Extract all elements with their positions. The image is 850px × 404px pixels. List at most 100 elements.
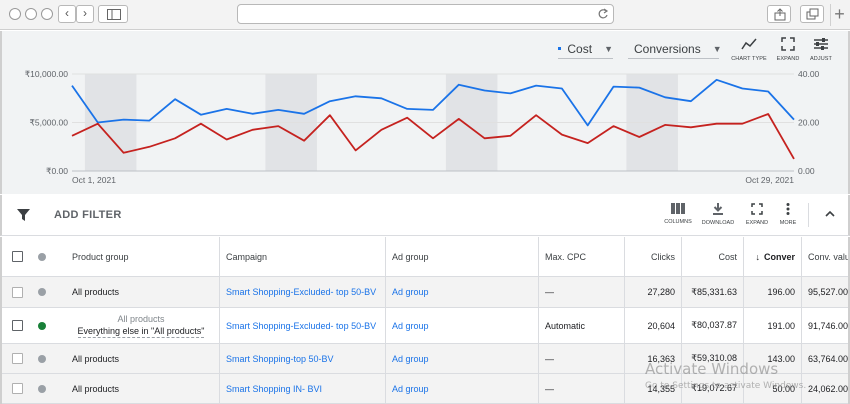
address-bar[interactable] [237, 4, 614, 24]
ad-group-link[interactable]: Ad group [386, 277, 536, 307]
expand-icon [751, 203, 763, 215]
campaign-link[interactable]: Smart Shopping-top 50-BV [220, 344, 382, 373]
performance-chart: ₹0.00 ₹5,000.00 ₹10,000.00 0.00 20.00 40.00 Oc… [25, 69, 820, 185]
download-icon [713, 203, 723, 215]
status-dot [38, 321, 46, 330]
ad-group-link[interactable]: Ad group [386, 308, 536, 343]
campaign-link[interactable]: Smart Shopping IN- BVI [220, 374, 382, 403]
cost-value: ₹80,037.87 [691, 320, 737, 330]
conv-value-value: 63,764.00 [808, 353, 849, 364]
chevron-down-icon: ▼ [604, 43, 613, 54]
row-checkbox[interactable] [12, 286, 23, 298]
conv-value-value: 24,062.00 [808, 383, 849, 394]
tabs-icon [806, 8, 819, 20]
more-label: MORE [779, 220, 797, 226]
reload-icon[interactable] [597, 7, 609, 21]
select-all-checkbox[interactable] [12, 251, 23, 262]
ad-group-link[interactable]: Ad group [386, 344, 536, 373]
header-conversions-label: Conver [763, 251, 795, 262]
header-product-group[interactable]: Product group [66, 237, 216, 276]
new-tab-button[interactable]: + [830, 4, 848, 26]
more-button[interactable]: MORE [770, 203, 806, 226]
x-end-label: Oct 29, 2021 [745, 175, 794, 185]
product-group-name[interactable]: All products [66, 344, 216, 373]
chart-type-icon [741, 38, 757, 50]
conv-value-value: 95,527.00 [808, 287, 849, 297]
browser-toolbar: ‹ › + [0, 0, 850, 30]
activate-windows-subtitle: Go to Settings to activate Windows. [645, 381, 807, 391]
share-icon [774, 8, 786, 21]
product-group-name[interactable]: All products [66, 277, 216, 307]
filter-icon[interactable] [17, 209, 30, 221]
table-row[interactable]: All products Smart Shopping-Excluded- to… [2, 277, 849, 308]
columns-label: COLUMNS [664, 219, 692, 225]
row-checkbox[interactable] [12, 320, 23, 331]
y-left-tick-label: ₹10,000.00 [25, 69, 68, 79]
close-window-button[interactable] [9, 8, 21, 20]
campaign-link[interactable]: Smart Shopping-Excluded- top 50-BV [220, 277, 382, 307]
download-button[interactable]: DOWNLOAD [700, 203, 736, 226]
ad-group-link[interactable]: Ad group [386, 374, 536, 403]
y-right-tick-label: 40.00 [798, 69, 820, 79]
sidebar-icon [107, 9, 121, 20]
maximize-window-button[interactable] [41, 8, 53, 20]
product-group-name[interactable]: All products [66, 374, 216, 403]
legend-conversions-dropdown[interactable]: Conversions ▼ [628, 39, 722, 59]
status-dot [38, 354, 46, 363]
clicks-value: 20,604 [647, 320, 675, 331]
status-header-dot [38, 252, 46, 261]
header-campaign[interactable]: Campaign [220, 237, 380, 276]
tabs-overview-button[interactable] [800, 5, 824, 23]
conv-value-value: 91,746.00 [808, 320, 849, 331]
columns-button[interactable]: COLUMNS [660, 203, 696, 225]
product-group-parent: All products [117, 314, 165, 324]
header-clicks[interactable]: Clicks [625, 237, 681, 276]
header-max-cpc[interactable]: Max. CPC [539, 237, 619, 276]
product-group-name[interactable]: Everything else in "All products" [77, 325, 205, 338]
columns-icon [671, 203, 685, 214]
max-cpc-value[interactable]: Automatic [539, 308, 623, 343]
row-checkbox[interactable] [12, 353, 23, 364]
y-right-tick-label: 20.00 [798, 118, 820, 128]
download-label: DOWNLOAD [701, 220, 735, 226]
y-left-tick-label: ₹5,000.00 [30, 118, 69, 128]
y-left-tick-label: ₹0.00 [46, 166, 68, 176]
cost-swatch [558, 47, 562, 50]
share-button[interactable] [767, 5, 791, 23]
chart-adjust-button[interactable]: ADJUST [799, 37, 843, 62]
conversions-value: 191.00 [767, 320, 795, 331]
header-cost[interactable]: Cost [682, 237, 743, 276]
header-conversions[interactable]: ↓ Conver [744, 237, 801, 276]
x-start-label: Oct 1, 2021 [72, 175, 116, 185]
forward-button[interactable]: › [76, 5, 94, 23]
row-checkbox[interactable] [12, 383, 23, 394]
minimize-window-button[interactable] [25, 8, 37, 20]
add-filter-button[interactable]: ADD FILTER [54, 209, 122, 221]
toolbar-divider [808, 203, 809, 227]
chart-type-label: CHART TYPE [731, 56, 767, 62]
max-cpc-value: — [545, 287, 554, 297]
sort-arrow-down-icon: ↓ [755, 251, 760, 262]
cost-value: ₹85,331.63 [691, 286, 737, 297]
more-vert-icon [786, 203, 790, 215]
header-conv-value[interactable]: Conv. value [802, 237, 848, 276]
campaign-link[interactable]: Smart Shopping-Excluded- top 50-BV [220, 308, 382, 343]
chevron-up-icon[interactable] [825, 210, 835, 217]
sidebar-toggle-button[interactable] [98, 5, 128, 23]
status-dot [38, 288, 46, 296]
expand-icon [781, 37, 795, 51]
adjust-icon [814, 38, 828, 50]
performance-chart-panel: ₹0.00 ₹5,000.00 ₹10,000.00 0.00 20.00 40.00 Oc… [0, 31, 850, 194]
activate-windows-watermark: Activate Windows [645, 360, 779, 378]
chart-type-button[interactable]: CHART TYPE [727, 37, 771, 62]
back-button[interactable]: ‹ [58, 5, 76, 23]
max-cpc-value: — [545, 383, 554, 394]
legend-conversions-label: Conversions [634, 41, 701, 56]
series-line-cost [71, 78, 795, 127]
table-row[interactable]: All products Everything else in "All pro… [2, 308, 849, 344]
header-ad-group[interactable]: Ad group [386, 237, 536, 276]
legend-cost-dropdown[interactable]: Cost ▼ [558, 39, 613, 59]
legend-cost-label: Cost [567, 41, 593, 56]
series-line-conversions [71, 113, 795, 160]
conversions-value: 196.00 [767, 287, 795, 297]
